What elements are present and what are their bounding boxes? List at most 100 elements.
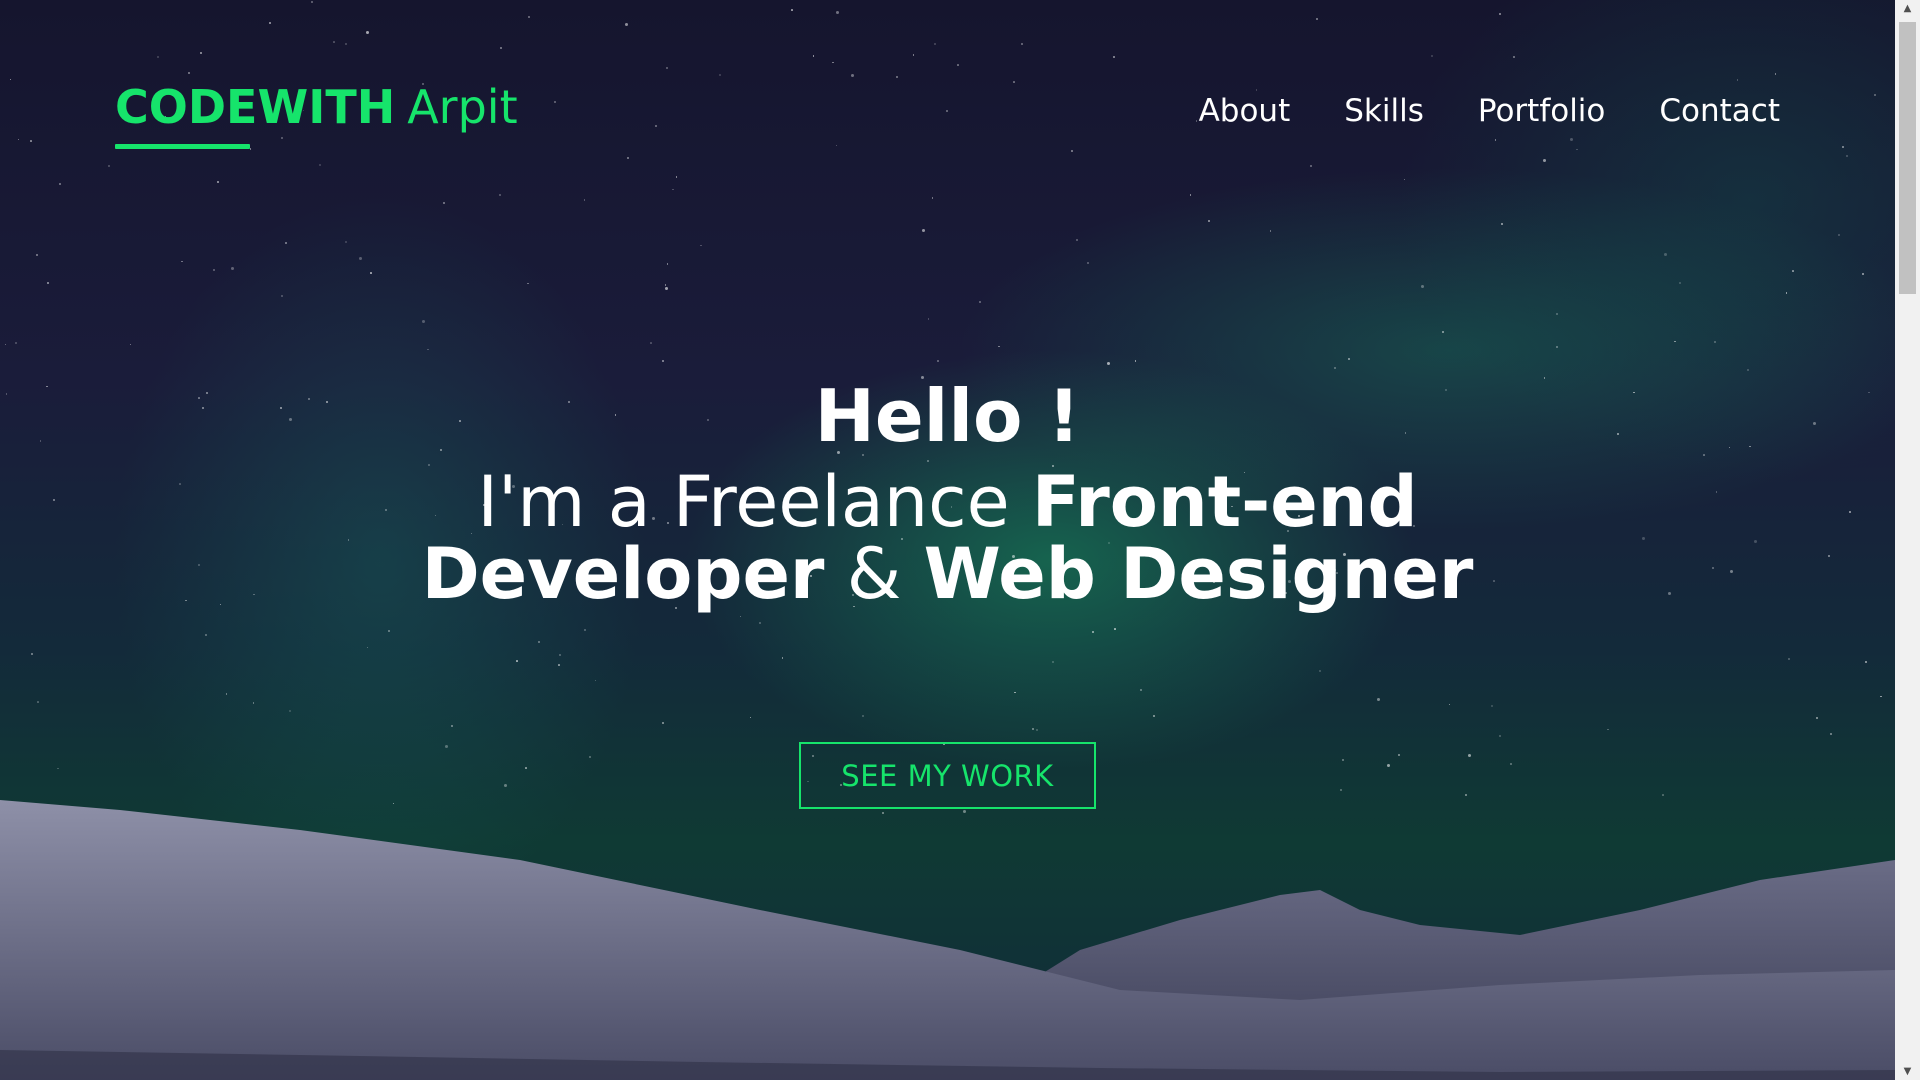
star [661,359,664,362]
star [212,269,215,272]
star [739,615,742,617]
star [230,267,234,271]
nav-skills[interactable]: Skills [1344,93,1424,129]
star [1036,729,1039,732]
star [537,640,540,643]
star [59,182,62,185]
star [1107,361,1111,365]
star [388,629,391,632]
star [1208,219,1211,222]
star [1269,230,1272,232]
site-logo[interactable]: CODEWITH Arpit [115,80,518,134]
star [1491,705,1494,707]
star [1420,285,1424,289]
star [57,767,59,770]
star [1499,734,1502,737]
star [1556,346,1559,349]
star [443,201,446,204]
star [1334,367,1337,370]
logo-light-text: Arpit [407,80,518,134]
star [359,257,363,261]
star [31,652,33,655]
tagline-line2-ampersand: & [824,533,924,615]
star [181,260,183,263]
star [444,744,448,748]
star [1134,360,1137,362]
star [749,716,752,719]
star [1785,292,1788,294]
star [1442,331,1445,334]
star [1386,764,1390,767]
star [1051,661,1054,664]
star [1467,753,1471,757]
star [583,199,586,201]
star [1865,660,1868,663]
star [1556,313,1559,316]
star [675,176,678,178]
nav-portfolio[interactable]: Portfolio [1478,93,1606,129]
star [1607,728,1609,731]
star [1087,262,1090,265]
star [1342,759,1345,762]
star [979,300,982,303]
scroll-up-arrow-icon[interactable]: ▲ [1895,0,1920,17]
snowy-mountains [0,800,1895,1080]
logo-bold-text: CODEWITH [115,80,396,134]
star [594,679,597,682]
star [1815,716,1818,719]
nav-about[interactable]: About [1199,93,1291,129]
hero-greeting: Hello ! [814,374,1081,458]
tagline-line2-bold-developer: Developer [421,533,825,615]
star [1714,341,1717,344]
star [285,242,288,245]
star [252,702,254,704]
star [46,282,49,285]
star [1091,631,1094,634]
star [516,660,518,662]
star [217,180,220,183]
scrollbar-thumb[interactable] [1899,22,1916,294]
see-my-work-button[interactable]: SEE MY WORK [799,742,1096,809]
star [1339,788,1342,791]
star [499,194,502,197]
tagline-line1-bold: Front-end [1031,461,1418,543]
star [1837,234,1840,237]
hero-section: Hello ! I'm a Freelance Front-end Develo… [0,370,1895,610]
star [1880,695,1882,698]
star [862,715,865,718]
star [1189,194,1192,196]
star [1787,658,1790,661]
vertical-scrollbar[interactable]: ▲ ▼ [1895,0,1920,1080]
star [1403,178,1406,181]
star [700,244,702,247]
star [1397,754,1400,757]
star [559,653,562,656]
star [37,701,39,703]
nav-contact[interactable]: Contact [1659,93,1780,129]
hero-tagline: I'm a Freelance Front-end Developer & We… [0,466,1895,610]
star [672,188,674,191]
star [583,629,586,632]
star [1318,669,1321,672]
star [421,319,425,323]
star [1792,270,1794,272]
star [427,348,429,351]
star [4,343,6,346]
star [927,318,930,320]
star [931,197,934,199]
star [1114,628,1116,630]
scroll-down-arrow-icon[interactable]: ▼ [1895,1063,1920,1080]
star [1448,703,1451,706]
star [14,341,17,344]
star [664,284,667,286]
star [558,664,560,666]
site-header: CODEWITH Arpit About Skills Portfolio Con… [0,0,1895,170]
star [36,254,39,257]
hero-background: CODEWITH Arpit About Skills Portfolio Con… [0,0,1895,1080]
star [781,657,784,659]
star [1509,763,1512,766]
logo-underline [115,144,250,149]
star [451,724,454,727]
tagline-line1-light: I'm a Freelance [477,461,1032,543]
star [1031,727,1034,730]
